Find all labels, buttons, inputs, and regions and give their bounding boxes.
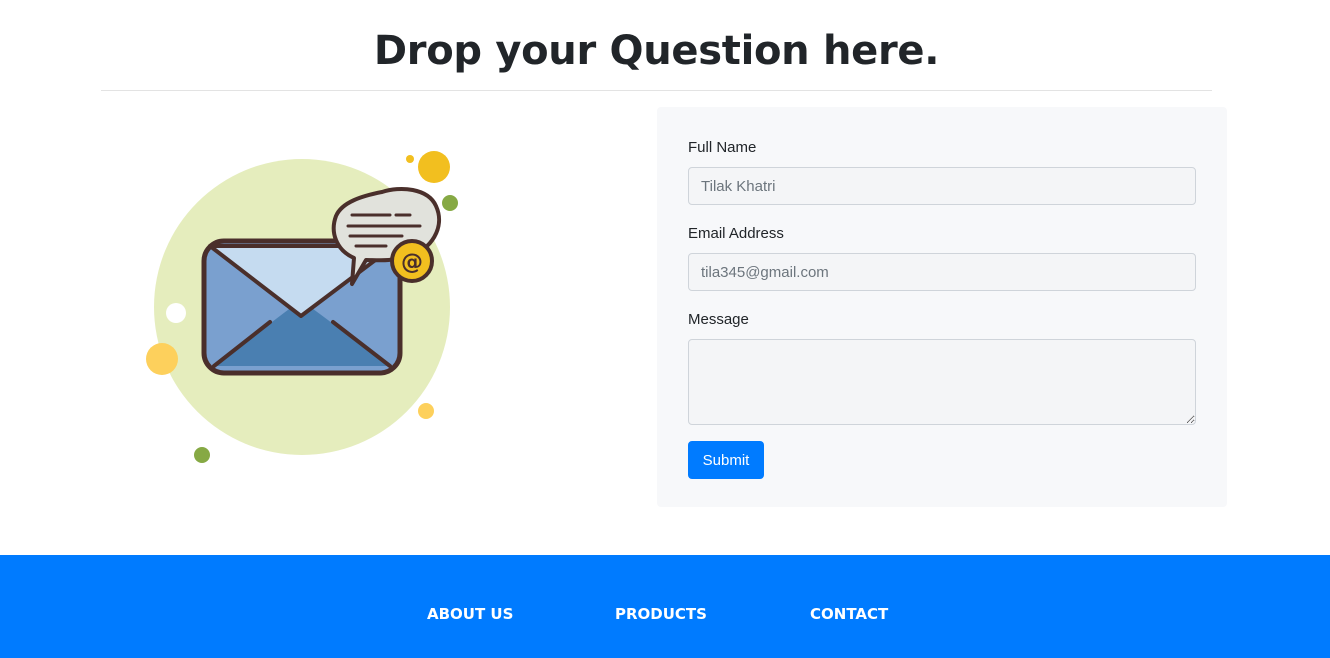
decor-dot — [406, 155, 414, 163]
decor-dot — [194, 447, 210, 463]
page: Drop your Question here. @ Full Name Til… — [0, 0, 1330, 658]
decor-dot — [442, 195, 458, 211]
heading-divider — [101, 90, 1212, 91]
mail-envelope-icon: @ — [146, 151, 458, 463]
page-title: Drop your Question here. — [373, 28, 940, 74]
decor-dot — [418, 151, 450, 183]
footer: ABOUT US PRODUCTS CONTACT — [0, 555, 1330, 658]
submit-button[interactable]: Submit — [688, 441, 764, 479]
footer-link-products[interactable]: PRODUCTS — [615, 605, 707, 623]
message-textarea[interactable] — [688, 339, 1196, 425]
email-label: Email Address — [688, 225, 784, 242]
decor-dot — [166, 303, 186, 323]
full-name-label: Full Name — [688, 139, 757, 156]
decor-dot — [146, 343, 178, 375]
full-name-input[interactable] — [688, 167, 1196, 205]
footer-link-contact[interactable]: CONTACT — [810, 605, 888, 623]
question-form: Full Name Email Address Message Submit — [657, 107, 1227, 507]
at-symbol: @ — [401, 250, 423, 275]
footer-link-about-us[interactable]: ABOUT US — [427, 605, 513, 623]
message-label: Message — [688, 311, 749, 328]
email-input[interactable] — [688, 253, 1196, 291]
decor-dot — [418, 403, 434, 419]
mail-illustration: @ — [130, 140, 470, 470]
